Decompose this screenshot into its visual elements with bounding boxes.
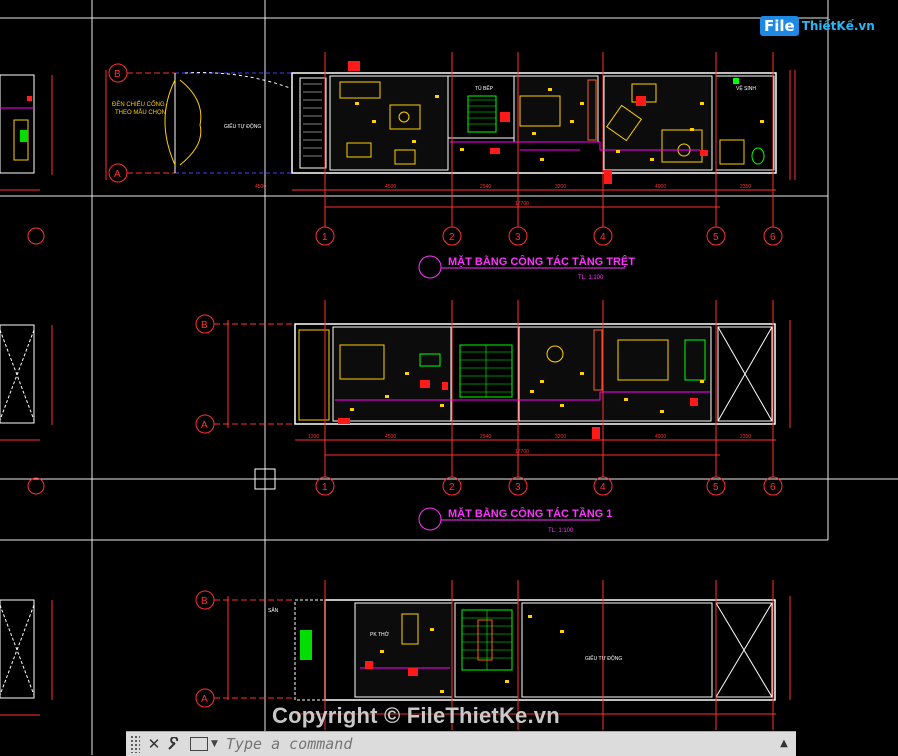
svg-text:2: 2 xyxy=(449,232,455,243)
command-history-button[interactable]: ▼ xyxy=(190,734,218,754)
plan-title-bubble-2 xyxy=(418,507,442,531)
svg-text:GIẾU TỰ ĐỘNG: GIẾU TỰ ĐỘNG xyxy=(224,123,261,130)
logo-file-text: File xyxy=(760,16,799,36)
svg-text:TL: 1:100: TL: 1:100 xyxy=(548,528,574,534)
svg-text:5: 5 xyxy=(713,232,719,243)
copyright-watermark: Copyright © FileThietKe.vn xyxy=(272,703,560,728)
svg-text:SÂN: SÂN xyxy=(268,607,279,614)
left-partial-plans xyxy=(0,74,53,716)
scroll-up-icon[interactable]: ▲ xyxy=(776,734,792,752)
svg-text:3: 3 xyxy=(515,482,521,493)
svg-text:6: 6 xyxy=(770,232,776,243)
plan-title-bubble-1 xyxy=(418,255,442,279)
filethietke-logo: File ThiếtKế.vn xyxy=(760,14,875,38)
svg-text:B: B xyxy=(114,69,121,80)
svg-text:4: 4 xyxy=(600,232,606,243)
svg-text:5: 5 xyxy=(713,482,719,493)
customize-wrench-icon[interactable] xyxy=(164,734,184,754)
svg-text:TỦ BẾP: TỦ BẾP xyxy=(475,85,494,92)
svg-text:A: A xyxy=(201,694,208,705)
svg-text:1200: 1200 xyxy=(308,434,319,440)
plan-ground-floor[interactable]: B A ĐÈN CHIẾU CỔNG THEO MẪU CHỌN GIẾU TỰ… xyxy=(105,52,796,281)
svg-text:2940: 2940 xyxy=(480,184,491,190)
logo-domain-text: ThiếtKế.vn xyxy=(801,19,875,33)
cad-drawing-canvas[interactable]: B A ĐÈN CHIẾU CỔNG THEO MẪU CHỌN GIẾU TỰ… xyxy=(0,0,898,755)
svg-text:2940: 2940 xyxy=(480,434,491,440)
close-icon[interactable]: ✕ xyxy=(144,734,164,754)
svg-text:ĐÈN CHIẾU CỔNG: ĐÈN CHIẾU CỔNG xyxy=(112,101,165,108)
caret-down-icon: ▼ xyxy=(211,739,218,749)
svg-text:THEO MẪU CHỌN: THEO MẪU CHỌN xyxy=(115,109,166,116)
svg-text:B: B xyxy=(201,596,208,607)
plan-title-ground: MẶT BẰNG CÔNG TÁC TẦNG TRỆT xyxy=(448,255,635,268)
svg-text:VỆ SINH: VỆ SINH xyxy=(736,84,756,92)
svg-text:4500: 4500 xyxy=(385,184,396,190)
command-window-icon xyxy=(190,737,208,751)
svg-text:1: 1 xyxy=(322,482,328,493)
svg-text:6: 6 xyxy=(770,482,776,493)
plan-floor-1[interactable]: B A 1200 4500 2940 3200 4900 2350 17700 … xyxy=(195,300,791,534)
svg-text:B: B xyxy=(201,320,208,331)
svg-text:4900: 4900 xyxy=(655,184,666,190)
svg-text:4900: 4900 xyxy=(655,434,666,440)
svg-text:4500: 4500 xyxy=(385,434,396,440)
command-line-bar: ✕ ▼ ▲ xyxy=(126,731,796,756)
svg-text:3: 3 xyxy=(515,232,521,243)
command-input[interactable] xyxy=(223,734,668,754)
svg-text:3200: 3200 xyxy=(555,434,566,440)
svg-text:2350: 2350 xyxy=(740,434,751,440)
drag-handle[interactable] xyxy=(130,735,140,753)
svg-text:2: 2 xyxy=(449,482,455,493)
svg-text:PK THỜ: PK THỜ xyxy=(370,631,390,638)
svg-text:GIẾU TỰ ĐỘNG: GIẾU TỰ ĐỘNG xyxy=(585,655,622,662)
svg-text:17700: 17700 xyxy=(515,449,529,455)
svg-text:4: 4 xyxy=(600,482,606,493)
svg-text:17700: 17700 xyxy=(515,201,529,207)
svg-text:A: A xyxy=(201,420,208,431)
svg-text:2350: 2350 xyxy=(740,184,751,190)
svg-text:A: A xyxy=(114,169,121,180)
svg-text:TL: 1:100: TL: 1:100 xyxy=(578,275,604,281)
plan-title-floor-1: MẶT BẰNG CÔNG TÁC TẦNG 1 xyxy=(448,507,612,520)
svg-text:4500: 4500 xyxy=(255,184,266,190)
svg-text:1: 1 xyxy=(322,232,328,243)
svg-text:3200: 3200 xyxy=(555,184,566,190)
